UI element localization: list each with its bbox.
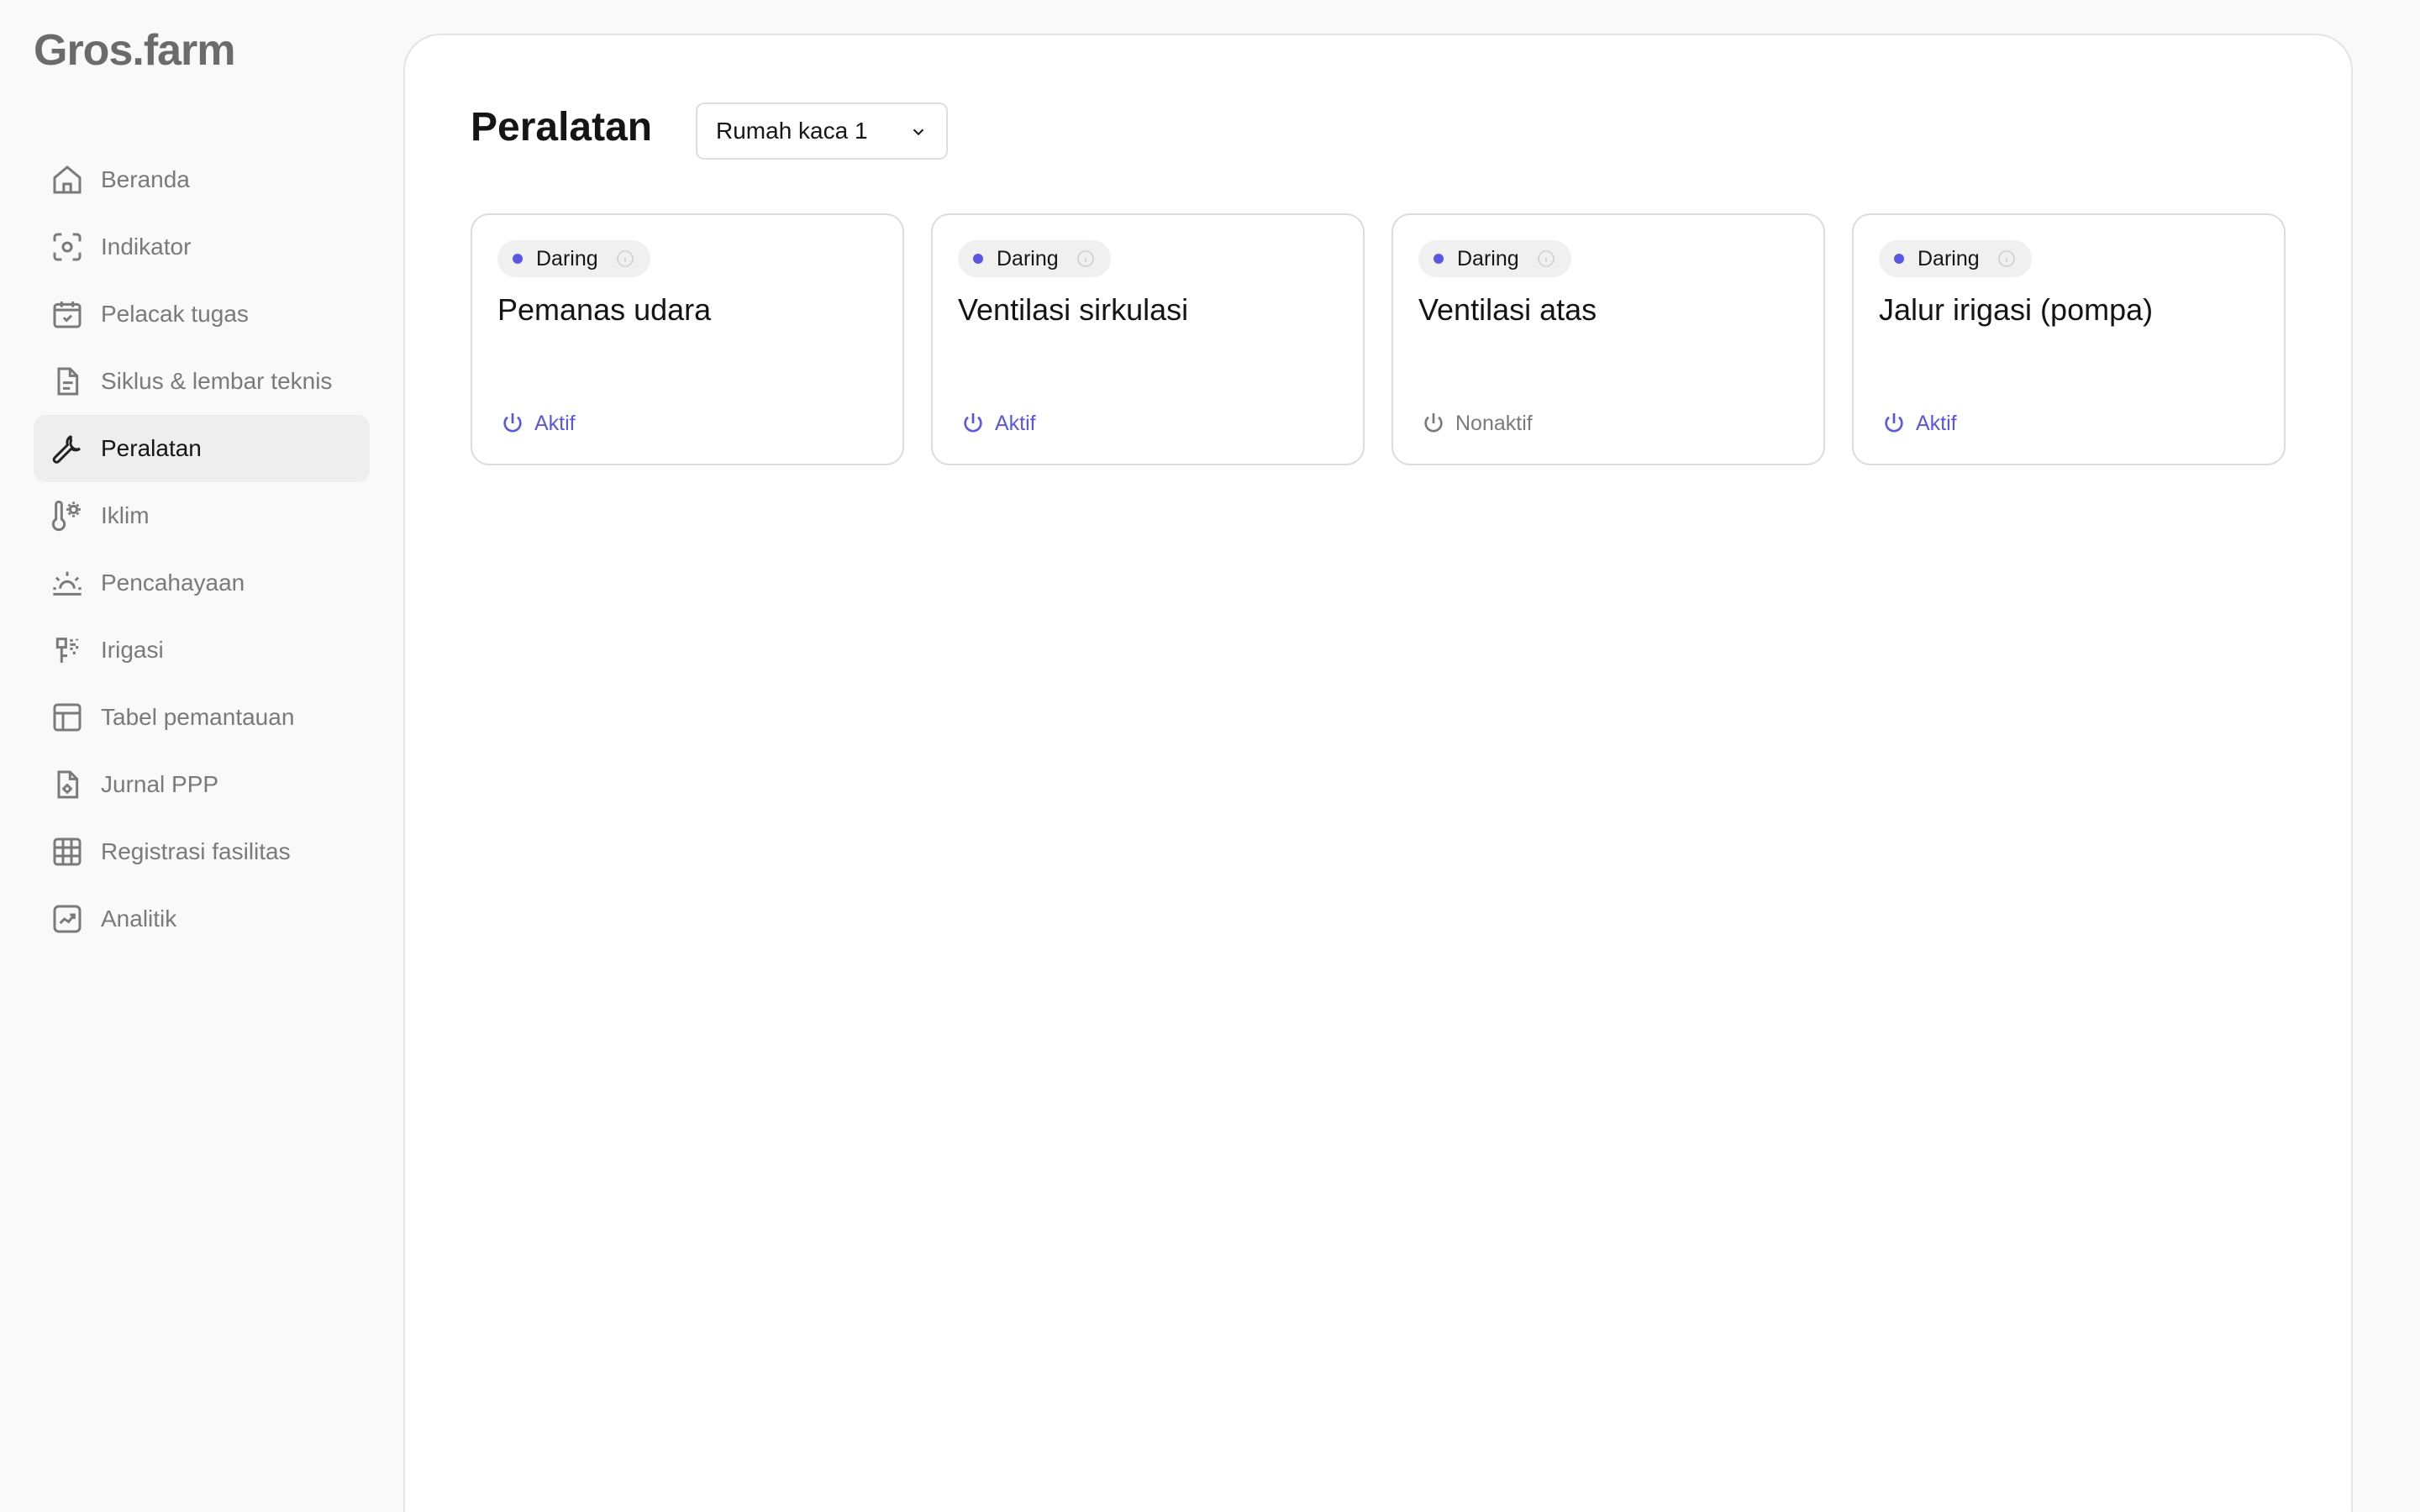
- power-status-label: Aktif: [534, 411, 576, 435]
- sidebar-item-label: Peralatan: [101, 435, 202, 461]
- sidebar-nav: Beranda Indikator Pelacak tugas Siklus &…: [34, 146, 370, 953]
- sidebar-item-label: Registrasi fasilitas: [101, 838, 291, 864]
- power-toggle[interactable]: Nonaktif: [1420, 410, 1533, 437]
- status-badge: Daring: [497, 240, 650, 277]
- sidebar-item-label: Tabel pemantauan: [101, 704, 295, 730]
- sidebar-item-label: Pencahayaan: [101, 570, 245, 596]
- sidebar-item-label: Jurnal PPP: [101, 771, 219, 797]
- sidebar-item-beranda[interactable]: Beranda: [34, 146, 370, 213]
- status-badge: Daring: [1418, 240, 1571, 277]
- indicator-icon: [49, 228, 86, 265]
- online-dot: [513, 254, 523, 264]
- equipment-name: Pemanas udara: [497, 292, 712, 327]
- sidebar-item-indikator[interactable]: Indikator: [34, 213, 370, 281]
- sidebar-item-jurnal-ppp[interactable]: Jurnal PPP: [34, 751, 370, 818]
- sidebar-item-label: Analitik: [101, 906, 177, 932]
- equipment-card[interactable]: Daring Ventilasi sirkulasi Aktif: [931, 213, 1365, 465]
- equipment-card[interactable]: Daring Jalur irigasi (pompa) Aktif: [1852, 213, 2286, 465]
- greenhouse-select-value: Rumah kaca 1: [716, 118, 868, 144]
- power-status-label: Nonaktif: [1455, 411, 1533, 435]
- sidebar-item-iklim[interactable]: Iklim: [34, 482, 370, 549]
- equipment-name: Jalur irigasi (pompa): [1879, 292, 2154, 327]
- wrench-icon: [49, 430, 86, 467]
- power-icon: [499, 410, 526, 437]
- sidebar-item-peralatan[interactable]: Peralatan: [34, 415, 370, 482]
- sidebar-item-label: Siklus & lembar teknis: [101, 368, 333, 394]
- online-dot: [973, 254, 983, 264]
- sidebar-item-tabel-pemantauan[interactable]: Tabel pemantauan: [34, 684, 370, 751]
- power-toggle[interactable]: Aktif: [960, 410, 1036, 437]
- sidebar-item-siklus[interactable]: Siklus & lembar teknis: [34, 348, 370, 415]
- power-icon: [960, 410, 986, 437]
- status-badge: Daring: [958, 240, 1111, 277]
- sidebar: Gros.farm Beranda Indikator Pelacak tuga…: [0, 0, 403, 1512]
- sidebar-item-analitik[interactable]: Analitik: [34, 885, 370, 953]
- info-icon[interactable]: [1536, 249, 1556, 269]
- power-toggle[interactable]: Aktif: [499, 410, 576, 437]
- greenhouse-select[interactable]: Rumah kaca 1: [696, 102, 948, 160]
- power-icon: [1420, 410, 1447, 437]
- calendar-check-icon: [49, 296, 86, 333]
- status-badge-label: Daring: [1918, 246, 1980, 270]
- equipment-card[interactable]: Daring Ventilasi atas Nonaktif: [1392, 213, 1825, 465]
- table-icon: [49, 699, 86, 736]
- chevron-down-icon: [909, 123, 928, 141]
- online-dot: [1894, 254, 1904, 264]
- sidebar-item-label: Pelacak tugas: [101, 301, 249, 327]
- sidebar-item-irigasi[interactable]: Irigasi: [34, 617, 370, 684]
- grid-icon: [49, 833, 86, 870]
- sidebar-item-pelacak-tugas[interactable]: Pelacak tugas: [34, 281, 370, 348]
- equipment-card-list: Daring Pemanas udara Aktif Daring Ventil…: [471, 213, 2286, 465]
- power-icon: [1881, 410, 1907, 437]
- equipment-card[interactable]: Daring Pemanas udara Aktif: [471, 213, 904, 465]
- page-title: Peralatan: [471, 105, 653, 150]
- equipment-name: Ventilasi sirkulasi: [958, 292, 1189, 327]
- status-badge-label: Daring: [997, 246, 1059, 270]
- file-gear-icon: [49, 766, 86, 803]
- info-icon[interactable]: [1996, 249, 2017, 269]
- status-badge: Daring: [1879, 240, 2032, 277]
- online-dot: [1434, 254, 1444, 264]
- irrigation-icon: [49, 632, 86, 669]
- home-icon: [49, 161, 86, 198]
- chart-trend-icon: [49, 900, 86, 937]
- info-icon[interactable]: [1076, 249, 1096, 269]
- power-toggle[interactable]: Aktif: [1881, 410, 1957, 437]
- sidebar-item-pencahayaan[interactable]: Pencahayaan: [34, 549, 370, 617]
- sidebar-item-label: Beranda: [101, 166, 190, 192]
- status-badge-label: Daring: [536, 246, 598, 270]
- sidebar-item-label: Indikator: [101, 234, 192, 260]
- app-root: Gros.farm Beranda Indikator Pelacak tuga…: [0, 0, 2420, 1512]
- document-icon: [49, 363, 86, 400]
- sidebar-item-label: Iklim: [101, 502, 150, 528]
- app-logo[interactable]: Gros.farm: [34, 25, 236, 76]
- sunrise-icon: [49, 564, 86, 601]
- info-icon[interactable]: [615, 249, 635, 269]
- sidebar-item-registrasi-fasilitas[interactable]: Registrasi fasilitas: [34, 818, 370, 885]
- power-status-label: Aktif: [1916, 411, 1957, 435]
- status-badge-label: Daring: [1457, 246, 1519, 270]
- sidebar-item-label: Irigasi: [101, 637, 164, 663]
- thermometer-sun-icon: [49, 497, 86, 534]
- equipment-name: Ventilasi atas: [1418, 292, 1597, 327]
- main-panel: Peralatan Rumah kaca 1 Daring Pemanas ud…: [403, 34, 2353, 1512]
- power-status-label: Aktif: [995, 411, 1036, 435]
